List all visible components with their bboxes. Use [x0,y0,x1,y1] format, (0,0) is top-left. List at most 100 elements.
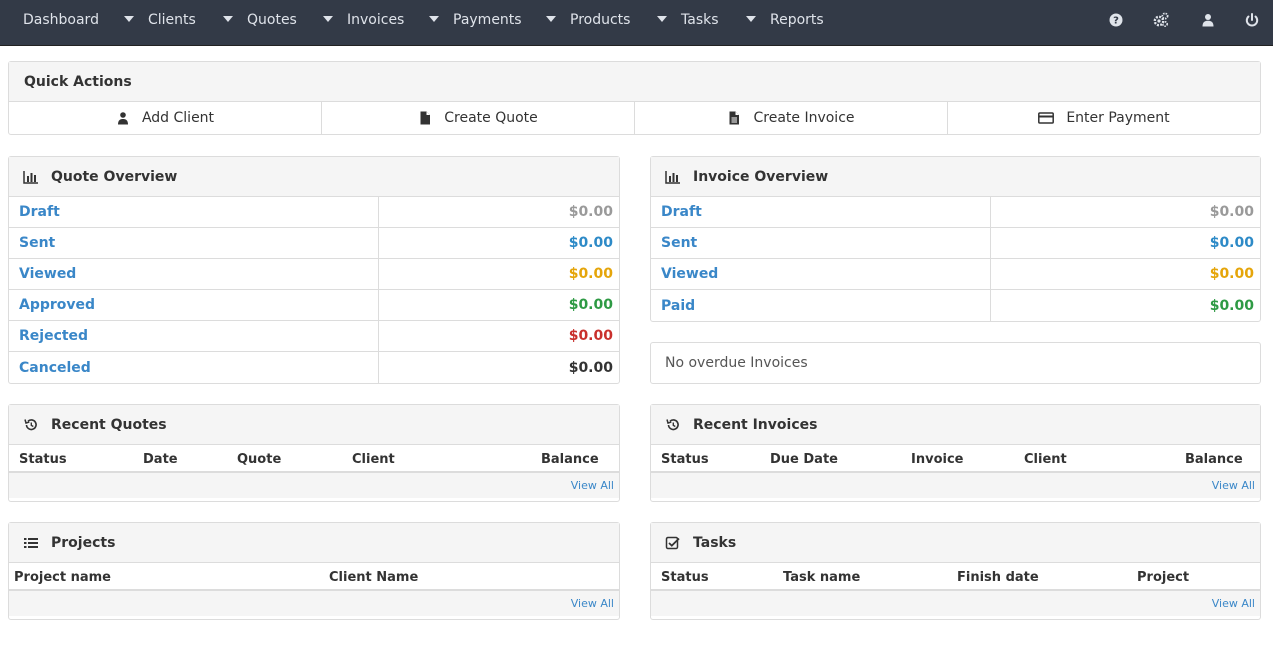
nav-payments[interactable]: Payments [429,0,522,40]
quote-canceled-amount: $0.00 [568,359,613,376]
power-icon[interactable] [1244,12,1260,28]
list-icon [23,536,39,550]
create-quote-button[interactable]: Create Quote [322,102,635,134]
create-invoice-button[interactable]: Create Invoice [635,102,948,134]
nav-quotes-label: Quotes [247,12,297,28]
table-row: Viewed $0.00 [9,259,619,290]
invoice-overview-panel: Invoice Overview Draft $0.00 Sent $0.00 Vi… [650,156,1261,322]
nav-clients[interactable]: Clients [124,0,196,40]
user-icon [116,111,130,125]
quote-status-sent-link[interactable]: Sent [9,228,379,258]
column-header-project: Project [1137,570,1190,585]
nav-products-label: Products [570,12,631,28]
nav-dashboard[interactable]: Dashboard [23,0,99,40]
svg-text:?: ? [1113,16,1119,27]
projects-panel: Projects Project name Client Name View A… [8,522,620,620]
create-quote-label: Create Quote [444,110,538,126]
invoice-status-paid-link[interactable]: Paid [651,290,991,321]
nav-payments-label: Payments [453,12,522,28]
caret-down-icon [657,16,667,22]
column-header-invoice: Invoice [911,452,964,467]
enter-payment-button[interactable]: Enter Payment [948,102,1260,134]
quote-status-rejected-link[interactable]: Rejected [9,321,379,351]
nav-reports[interactable]: Reports [746,0,824,40]
column-header-task-name: Task name [783,570,861,585]
invoice-viewed-amount: $0.00 [1209,266,1254,282]
quote-status-approved-link[interactable]: Approved [9,290,379,320]
projects-table-header: Project name Client Name [9,563,619,591]
invoice-status-sent-link[interactable]: Sent [651,228,991,258]
view-all-projects-link[interactable]: View All [571,597,614,610]
overdue-invoices-text: No overdue Invoices [665,355,808,371]
invoice-sent-amount: $0.00 [1209,235,1254,251]
nav-clients-label: Clients [148,12,196,28]
quote-status-viewed-link[interactable]: Viewed [9,259,379,289]
table-row: Paid $0.00 [651,290,1260,321]
nav-dashboard-label: Dashboard [23,12,99,28]
help-icon[interactable]: ? [1108,12,1124,28]
quote-status-draft-link[interactable]: Draft [9,197,379,227]
tasks-header: Tasks [651,523,1260,563]
file-icon [418,111,432,125]
overdue-invoices-box: No overdue Invoices [650,342,1261,384]
caret-down-icon [429,16,439,22]
invoice-overview-title: Invoice Overview [693,168,829,185]
column-header-status: Status [661,570,709,585]
quote-rejected-amount: $0.00 [568,328,613,344]
view-all-tasks-link[interactable]: View All [1212,597,1255,610]
caret-down-icon [546,16,556,22]
nav-products[interactable]: Products [546,0,630,40]
nav-quotes[interactable]: Quotes [223,0,297,40]
nav-invoices-label: Invoices [347,12,405,28]
tasks-table-header: Status Task name Finish date Project [651,563,1260,591]
table-row: Sent $0.00 [9,228,619,259]
quick-actions-header: Quick Actions [9,62,1260,102]
recent-invoices-title: Recent Invoices [693,416,818,433]
nav-invoices[interactable]: Invoices [323,0,404,40]
bar-chart-icon [665,170,681,184]
nav-tasks[interactable]: Tasks [657,0,719,40]
recent-invoices-header: Recent Invoices [651,405,1260,445]
quote-overview-table: Draft $0.00 Sent $0.00 Viewed $0.00 Approve… [9,197,619,383]
view-all-quotes-link[interactable]: View All [571,479,614,492]
table-row: Canceled $0.00 [9,352,619,383]
caret-down-icon [746,16,756,22]
table-row: Approved $0.00 [9,290,619,321]
nav-tasks-label: Tasks [681,12,719,28]
column-header-client: Client [352,452,395,467]
table-row: Rejected $0.00 [9,321,619,352]
recent-quotes-footer: View All [9,473,619,498]
table-row: Sent $0.00 [651,228,1260,259]
invoice-status-viewed-link[interactable]: Viewed [651,259,991,289]
caret-down-icon [323,16,333,22]
column-header-status: Status [19,452,67,467]
column-header-client: Client [1024,452,1067,467]
enter-payment-label: Enter Payment [1066,110,1170,126]
view-all-invoices-link[interactable]: View All [1212,479,1255,492]
invoice-status-draft-link[interactable]: Draft [651,197,991,227]
table-row: Viewed $0.00 [651,259,1260,290]
quick-actions-panel: Quick Actions Add Client Create Quote Cr… [8,61,1261,135]
quote-status-canceled-link[interactable]: Canceled [9,352,379,383]
add-client-button[interactable]: Add Client [9,102,322,134]
column-header-balance: Balance [541,452,599,467]
column-header-due-date: Due Date [770,452,838,467]
quick-actions-title: Quick Actions [24,73,132,90]
tasks-panel: Tasks Status Task name Finish date Proje… [650,522,1261,620]
column-header-balance: Balance [1185,452,1243,467]
history-icon [23,418,39,432]
user-icon[interactable] [1200,12,1216,28]
quick-actions-row: Add Client Create Quote Create Invoice E… [9,102,1260,134]
tasks-footer: View All [651,591,1260,616]
quote-overview-header: Quote Overview [9,157,619,197]
recent-quotes-header: Recent Quotes [9,405,619,445]
settings-cogs-icon[interactable] [1153,12,1169,28]
recent-invoices-table-header: Status Due Date Invoice Client Balance [651,445,1260,473]
invoice-overview-header: Invoice Overview [651,157,1260,197]
quote-overview-title: Quote Overview [51,168,178,185]
bar-chart-icon [23,170,39,184]
file-text-icon [727,111,741,125]
quote-approved-amount: $0.00 [568,297,613,313]
invoice-draft-amount: $0.00 [1209,204,1254,220]
quote-sent-amount: $0.00 [568,235,613,251]
